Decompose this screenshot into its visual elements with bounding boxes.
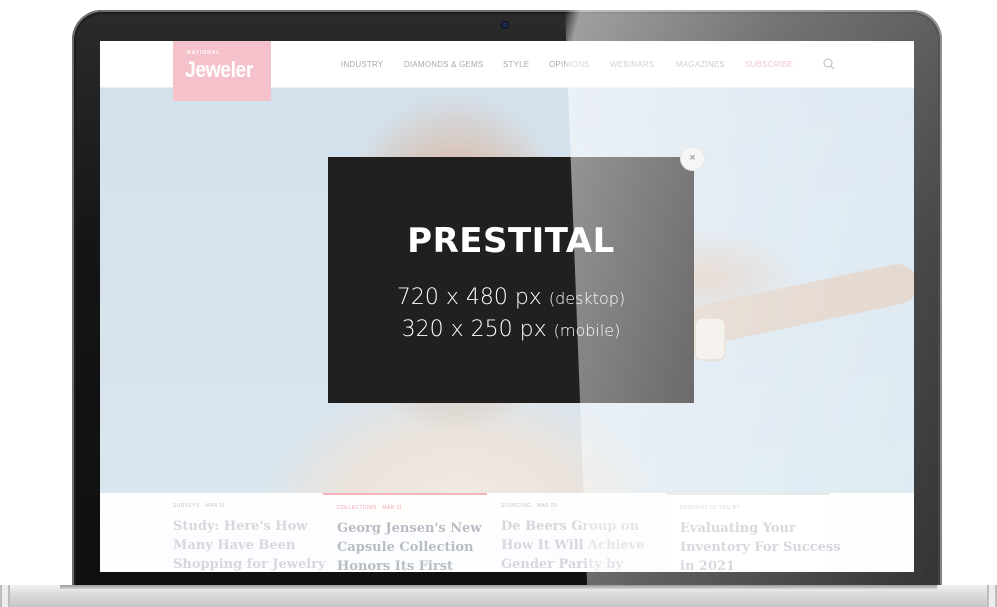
search-icon[interactable] <box>822 57 836 71</box>
modal-title: PRESTITAL <box>407 221 615 261</box>
article-title[interactable]: De Beers Group on How It Will Achieve Ge… <box>501 517 663 572</box>
site-logo[interactable]: NATIONAL Jeweler <box>173 41 271 101</box>
desktop-label: (desktop) <box>548 289 626 308</box>
sponsored-label: BROUGHT TO YOU BY <box>680 505 741 511</box>
nav-item-webinars[interactable]: WEBINARS <box>610 60 654 69</box>
laptop-base <box>0 585 997 607</box>
nav-item-diamonds-gems[interactable]: DIAMONDS & GEMS <box>404 60 483 69</box>
article-meta: COLLECTIONS · MAR 11 <box>337 505 403 511</box>
sponsored-card[interactable]: BROUGHT TO YOU BY Evaluating Your Invent… <box>666 493 841 572</box>
desktop-size: 720 x 480 px <box>396 285 542 310</box>
article-card[interactable]: SOURCING · MAR 05 De Beers Group on How … <box>487 493 651 572</box>
site-header: NATIONAL Jeweler INDUSTRY DIAMONDS & GEM… <box>100 41 914 101</box>
article-title[interactable]: Georg Jensen's New Capsule Collection Ho… <box>337 519 499 572</box>
close-icon[interactable]: × <box>681 147 704 170</box>
mobile-size: 320 x 250 px <box>401 317 547 342</box>
logo-subtitle: NATIONAL <box>187 50 221 56</box>
nav-item-opinions[interactable]: OPINIONS <box>549 60 590 69</box>
webcam-icon <box>502 22 508 28</box>
article-strip: SURVEYS · MAR 11 Study: Here's How Many … <box>100 493 914 572</box>
article-card[interactable]: SURVEYS · MAR 11 Study: Here's How Many … <box>159 493 326 572</box>
mobile-label: (mobile) <box>553 321 621 340</box>
nav-item-industry[interactable]: INDUSTRY <box>341 60 383 69</box>
logo-wordmark: Jeweler <box>185 57 253 82</box>
article-title[interactable]: Study: Here's How Many Have Been Shoppin… <box>173 517 335 572</box>
article-card[interactable]: COLLECTIONS · MAR 11 Georg Jensen's New … <box>323 493 487 572</box>
nav-item-style[interactable]: STYLE <box>503 60 529 69</box>
article-title[interactable]: Evaluating Your Inventory For Success in… <box>680 519 842 572</box>
prestitial-ad-modal[interactable]: PRESTITAL 720 x 480 px (desktop) 320 x 2… <box>328 157 694 403</box>
website-screen: NATIONAL Jeweler INDUSTRY DIAMONDS & GEM… <box>100 41 914 572</box>
article-meta: SURVEYS · MAR 11 <box>173 503 226 509</box>
article-meta: SOURCING · MAR 05 <box>501 503 558 509</box>
desktop-size-line: 720 x 480 px (desktop) <box>328 285 694 310</box>
subscribe-link[interactable]: SUBSCRIBE <box>745 60 793 69</box>
mobile-size-line: 320 x 250 px (mobile) <box>328 317 694 342</box>
nav-item-magazines[interactable]: MAGAZINES <box>676 60 725 69</box>
